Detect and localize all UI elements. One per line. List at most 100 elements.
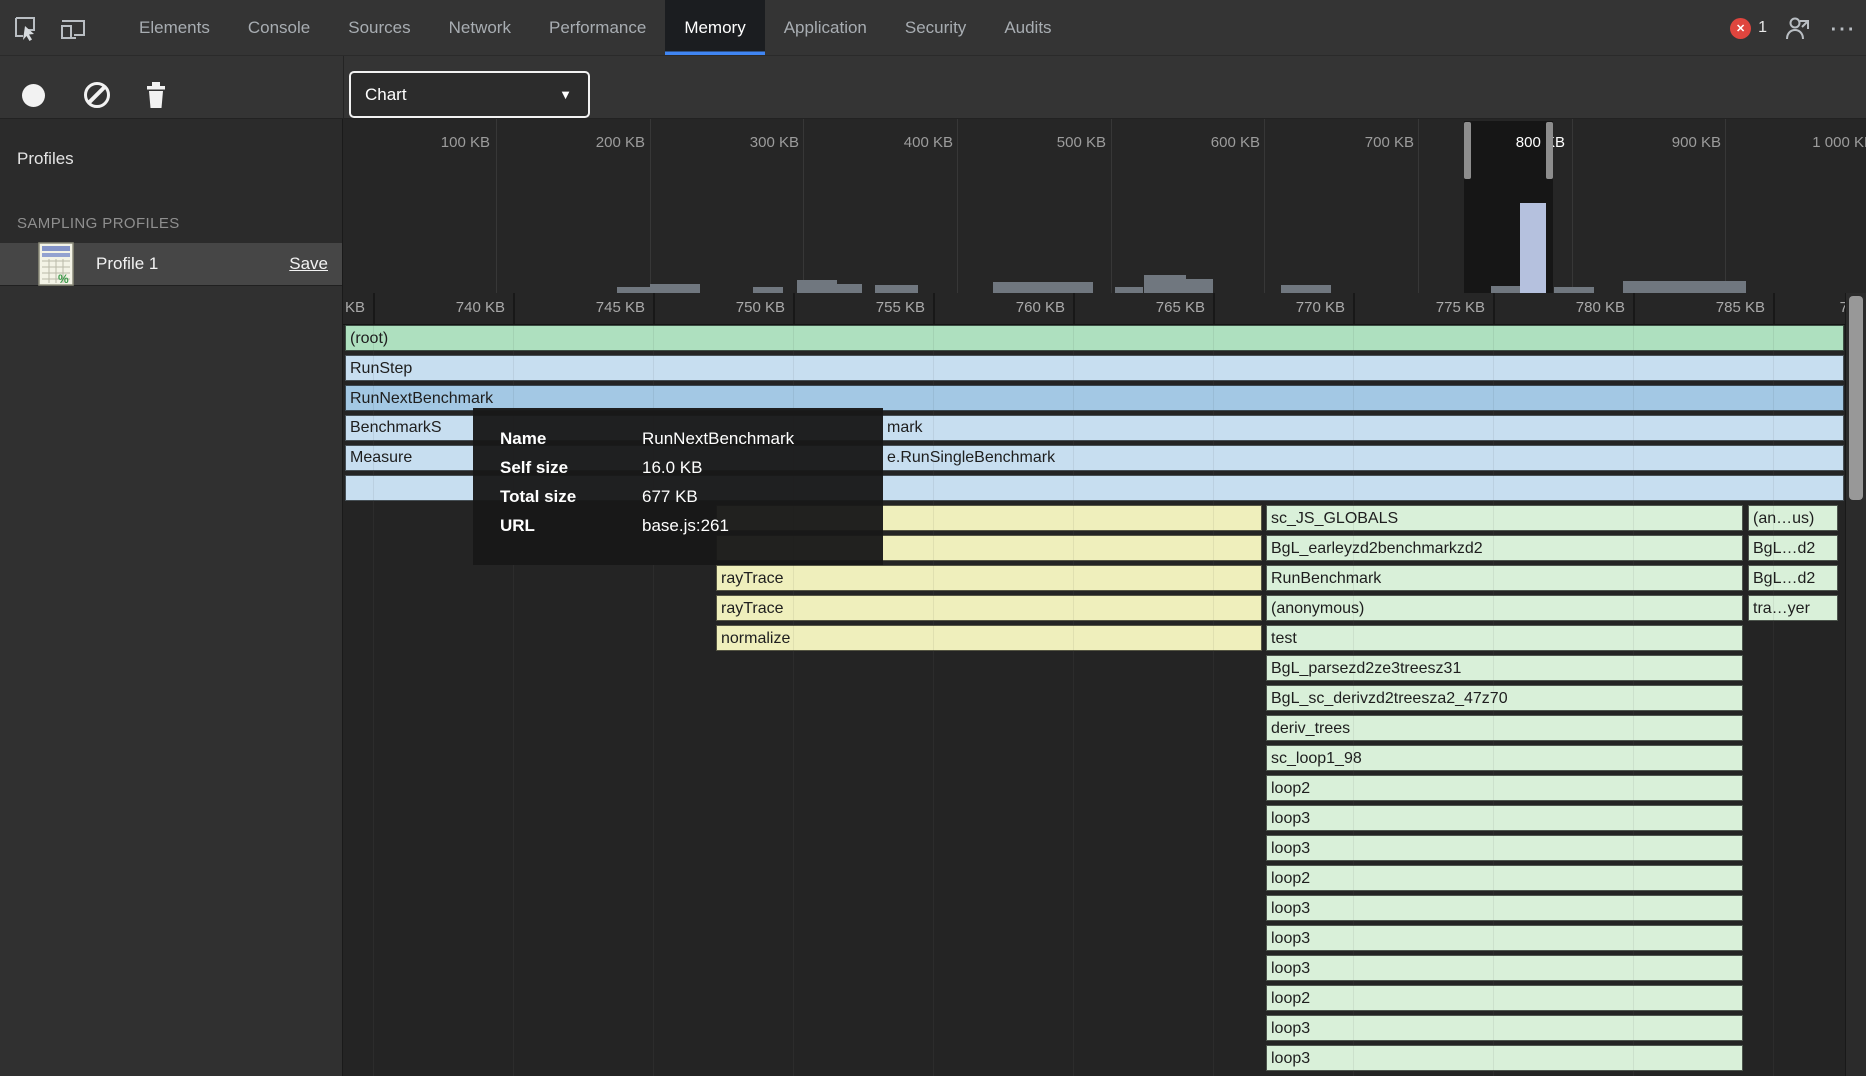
histogram-bar: [875, 285, 918, 293]
error-count: 1: [1758, 19, 1767, 37]
tab-audits[interactable]: Audits: [985, 0, 1070, 55]
flame-bar[interactable]: loop3: [1266, 1045, 1743, 1071]
flame-bar-label-fragment: BenchmarkS: [350, 416, 442, 440]
overview-gridline: [496, 119, 497, 293]
ruler-size-label: 745 KB: [515, 299, 645, 316]
flame-bar[interactable]: (root): [345, 325, 1844, 351]
tooltip-label: Name: [500, 424, 642, 453]
flame-bar[interactable]: sc_JS_GLOBALS: [1266, 505, 1743, 531]
user-icon-svg: [1783, 13, 1813, 43]
vertical-scrollbar[interactable]: [1845, 293, 1866, 1076]
device-toolbar-icon-svg: [58, 15, 88, 41]
flame-bar[interactable]: (anonymous): [1266, 595, 1743, 621]
frame-details-tooltip: Name RunNextBenchmark Self size 16.0 KB …: [473, 408, 883, 565]
flame-bar[interactable]: test: [1266, 625, 1743, 651]
svg-text:%: %: [58, 272, 69, 286]
tab-console[interactable]: Console: [229, 0, 329, 55]
profile-list-item[interactable]: % Profile 1 Save: [0, 243, 342, 286]
tab-security[interactable]: Security: [886, 0, 985, 55]
tab-sources[interactable]: Sources: [329, 0, 429, 55]
view-select-dropdown[interactable]: Chart ▼: [349, 71, 590, 118]
flame-bar[interactable]: loop3: [1266, 955, 1743, 981]
ruler-size-label: 7: [1718, 299, 1848, 316]
flame-bar[interactable]: tra…yer: [1748, 595, 1838, 621]
ruler-size-label: 760 KB: [935, 299, 1065, 316]
flame-bar-label-fragment: mark: [887, 416, 923, 440]
flame-bar-label-fragment: e.RunSingleBenchmark: [887, 446, 1055, 470]
selection-left-handle[interactable]: [1464, 122, 1471, 179]
tab-memory[interactable]: Memory: [665, 0, 764, 55]
overview-gridline: [650, 119, 651, 293]
flame-bar[interactable]: normalize: [716, 625, 1262, 651]
tooltip-value: RunNextBenchmark: [642, 424, 873, 453]
overview-gridline: [1264, 119, 1265, 293]
memory-overview-pane[interactable]: 100 KB200 KB300 KB400 KB500 KB600 KB700 …: [343, 119, 1866, 293]
flame-bar[interactable]: rayTrace: [716, 595, 1262, 621]
flame-bar[interactable]: RunBenchmark: [1266, 565, 1743, 591]
overview-gridline: [1111, 119, 1112, 293]
flame-bar[interactable]: loop3: [1266, 835, 1743, 861]
tooltip-label: Total size: [500, 482, 642, 511]
tab-application[interactable]: Application: [765, 0, 886, 55]
histogram-bar: [1554, 287, 1594, 293]
flame-bar-label-fragment: Measure: [350, 446, 412, 470]
delete-profile-button[interactable]: [144, 81, 168, 109]
device-toolbar-icon[interactable]: [56, 0, 90, 55]
more-options-icon[interactable]: ⋯: [1829, 18, 1856, 38]
error-indicator[interactable]: ✕ 1: [1730, 18, 1767, 39]
tab-network[interactable]: Network: [430, 0, 530, 55]
overview-size-label: 600 KB: [1130, 134, 1260, 154]
flame-bar[interactable]: (an…us): [1748, 505, 1838, 531]
sidebar-lower-area: [0, 286, 342, 1076]
selection-right-handle[interactable]: [1546, 122, 1553, 179]
ruler-size-label: 780 KB: [1495, 299, 1625, 316]
histogram-bar: [837, 284, 862, 293]
overview-gridline: [1418, 119, 1419, 293]
flame-bar[interactable]: loop3: [1266, 925, 1743, 951]
overview-size-label: 900 KB: [1591, 134, 1721, 154]
tab-performance[interactable]: Performance: [530, 0, 665, 55]
histogram-bar: [650, 284, 700, 293]
overview-gridline: [957, 119, 958, 293]
flame-bar[interactable]: loop2: [1266, 865, 1743, 891]
flame-bar[interactable]: BgL_sc_derivzd2treesza2_47z70: [1266, 685, 1743, 711]
scrollbar-thumb[interactable]: [1849, 296, 1863, 500]
ruler-size-label: 775 KB: [1355, 299, 1485, 316]
flame-bar[interactable]: loop2: [1266, 775, 1743, 801]
ruler-size-label: 770 KB: [1215, 299, 1345, 316]
flame-bar[interactable]: BgL…d2: [1748, 565, 1838, 591]
flame-bar[interactable]: loop2: [1266, 985, 1743, 1011]
tab-elements[interactable]: Elements: [120, 0, 229, 55]
record-heap-button[interactable]: [22, 84, 45, 107]
overview-gridline: [1572, 119, 1573, 293]
overview-size-label: 400 KB: [823, 134, 953, 154]
profiler-toolbar: [0, 56, 1866, 119]
flame-bar[interactable]: rayTrace: [716, 565, 1262, 591]
flame-bar[interactable]: loop3: [1266, 1015, 1743, 1041]
flame-bar[interactable]: sc_loop1_98: [1266, 745, 1743, 771]
overview-size-label: 200 KB: [515, 134, 645, 154]
profile-spreadsheet-icon: %: [38, 242, 74, 286]
tabbar-right-controls: ✕ 1 ⋯: [1730, 0, 1856, 56]
trash-icon: [144, 81, 168, 109]
flame-bar[interactable]: deriv_trees: [1266, 715, 1743, 741]
flame-bar[interactable]: BgL…d2: [1748, 535, 1838, 561]
histogram-bar: [993, 282, 1093, 293]
overview-size-label: 1 000 KB: [1744, 134, 1866, 154]
clear-profiles-button[interactable]: [84, 82, 110, 108]
histogram-bar: [1281, 285, 1331, 293]
user-feedback-icon[interactable]: [1783, 13, 1813, 43]
inspect-element-icon[interactable]: [8, 0, 42, 55]
flame-bar[interactable]: loop3: [1266, 805, 1743, 831]
profiles-sidebar: Profiles SAMPLING PROFILES % Profile 1 S…: [0, 119, 343, 1076]
flame-bar[interactable]: loop3: [1266, 895, 1743, 921]
flame-bar[interactable]: BgL_parsezd2ze3treesz31: [1266, 655, 1743, 681]
sampling-profiles-section-label: SAMPLING PROFILES: [17, 215, 180, 232]
tooltip-value: 16.0 KB: [642, 453, 873, 482]
overview-size-label: 300 KB: [669, 134, 799, 154]
flame-bar[interactable]: RunStep: [345, 355, 1844, 381]
flame-bar[interactable]: BgL_earleyzd2benchmarkzd2: [1266, 535, 1743, 561]
ruler-size-label: KB: [343, 299, 365, 316]
histogram-bar: [1623, 281, 1746, 293]
profile-save-link[interactable]: Save: [289, 254, 328, 274]
